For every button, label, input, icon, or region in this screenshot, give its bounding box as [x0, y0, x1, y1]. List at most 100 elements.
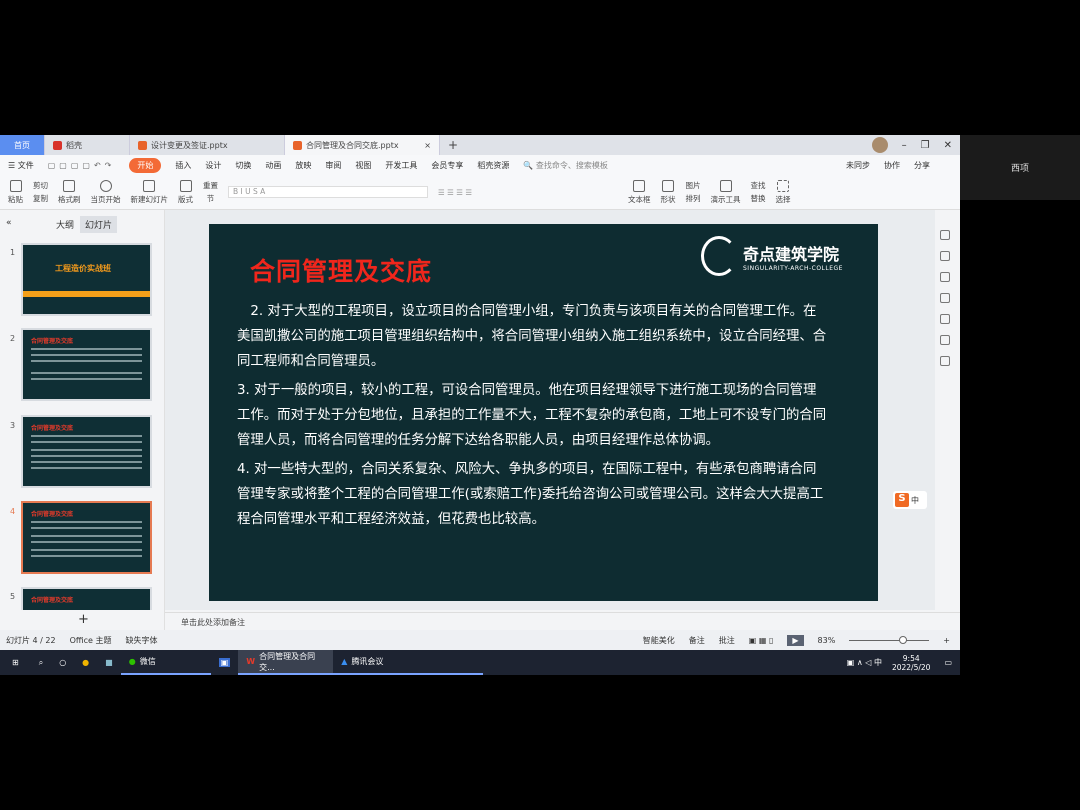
menu-transition[interactable]: 切换	[235, 160, 251, 171]
clock[interactable]: 9:54 2022/5/20	[892, 654, 944, 672]
task-wechat[interactable]: ● 微信	[120, 650, 211, 675]
select-button[interactable]: 选择	[776, 179, 791, 205]
menu-design[interactable]: 设计	[205, 160, 221, 171]
ppt-icon	[138, 140, 147, 150]
cut-button[interactable]: 剪切 复制	[33, 180, 48, 204]
theme-name: Office 主题	[69, 635, 112, 645]
slide-panel: « 大纲 幻灯片 1 工程造价实战班 2 合同管理及交底 3 合同管理及交底 4…	[0, 210, 165, 630]
new-slide-button[interactable]: 新建幻灯片	[131, 179, 168, 205]
tray-icons[interactable]: ▣ ∧ ◁ 中	[847, 657, 892, 668]
close-window-icon[interactable]: ✕	[944, 140, 952, 151]
paste-button[interactable]: 粘贴	[8, 179, 23, 205]
menu-insert[interactable]: 插入	[175, 160, 191, 171]
paragraph-tools[interactable]: ☰ ☰ ☰ ☰	[438, 188, 618, 197]
task-app[interactable]: ▣	[211, 650, 239, 675]
layout-button[interactable]: 版式	[178, 179, 193, 205]
slide-thumbnail-3[interactable]: 合同管理及交底	[21, 415, 152, 488]
presentation-tools-button[interactable]: 演示工具	[711, 179, 741, 205]
slide[interactable]: 合同管理及交底 奇点建筑学院 SINGULARITY-ARCH-COLLEGE 2…	[209, 224, 878, 601]
logo-subtitle: SINGULARITY-ARCH-COLLEGE	[743, 264, 843, 272]
sogou-icon: S	[895, 493, 909, 507]
font-select[interactable]: B I U S A	[228, 186, 428, 198]
tool-icon[interactable]	[940, 230, 950, 240]
slide-thumbnail-5[interactable]: 合同管理及交底	[21, 587, 152, 610]
zoom-level[interactable]: 83%	[818, 636, 836, 645]
menu-member[interactable]: 会员专享	[431, 160, 463, 171]
docer-icon	[53, 140, 62, 150]
tool-icon[interactable]	[940, 335, 950, 345]
notification-icon[interactable]: ▭	[944, 658, 960, 667]
share-button[interactable]: 分享	[914, 160, 960, 171]
avatar[interactable]	[871, 137, 888, 153]
find-button[interactable]: 查找 替换	[751, 180, 766, 204]
quick-access-icons[interactable]: ▢▢▢▢↶↷	[48, 161, 116, 170]
shape-button[interactable]: 形状	[661, 179, 676, 205]
collapse-icon[interactable]: «	[6, 218, 12, 228]
sync-button[interactable]: 未同步	[846, 160, 870, 171]
menu-view[interactable]: 视图	[355, 160, 371, 171]
app-icon[interactable]: ■	[97, 658, 121, 667]
tab-label: 设计变更及签证.pptx	[151, 140, 228, 150]
slide-number: 3	[10, 421, 16, 430]
menu-bar: ☰ 文件 ▢▢▢▢↶↷ 开始 插入 设计 切换 动画 放映 审阅 视图 开发工具…	[0, 155, 960, 175]
close-icon[interactable]: ×	[424, 141, 431, 150]
notes-area[interactable]: 单击此处添加备注	[165, 612, 960, 630]
picture-button[interactable]: 图片 排列	[686, 180, 701, 204]
menu-file[interactable]: ☰ 文件	[8, 160, 34, 171]
collab-button[interactable]: 协作	[884, 160, 900, 171]
add-slide-button[interactable]: +	[78, 612, 89, 627]
tool-icon[interactable]	[940, 251, 950, 261]
menu-animation[interactable]: 动画	[265, 160, 281, 171]
view-normal-icon[interactable]: ▣ ▦ ▯	[749, 636, 774, 645]
slide-thumbnail-4[interactable]: 合同管理及交底	[21, 501, 152, 574]
minimize-icon[interactable]: –	[902, 140, 907, 151]
tool-icon[interactable]	[940, 272, 950, 282]
ribbon-toolbar: 粘贴 剪切 复制 格式刷 当页开始 新建幻灯片 版式 重置节 B I U S A …	[0, 175, 960, 210]
task-meeting[interactable]: ▲ 腾讯会议	[333, 650, 484, 675]
tool-icon[interactable]	[940, 293, 950, 303]
status-bar: 幻灯片 4 / 22 Office 主题 缺失字体 智能美化 备注 批注 ▣ ▦…	[0, 630, 960, 650]
menu-home[interactable]: 开始	[129, 157, 162, 173]
menu-slideshow[interactable]: 放映	[295, 160, 311, 171]
slide-thumbnail-1[interactable]: 工程造价实战班	[21, 243, 152, 316]
beautify-button[interactable]: 智能美化	[643, 635, 675, 646]
menu-devtools[interactable]: 开发工具	[385, 160, 417, 171]
tool-icon[interactable]	[940, 356, 950, 366]
ppt-icon	[293, 140, 302, 150]
tab-home[interactable]: 首页	[0, 135, 45, 155]
search-input[interactable]: 🔍 查找命令、搜索模板	[523, 160, 608, 171]
tab-bar: 首页 稻壳 设计变更及签证.pptx 合同管理及合同交底.pptx × + – ❐ ✕	[0, 135, 960, 155]
reset-button[interactable]: 重置节	[203, 180, 218, 204]
cortana-icon[interactable]: ○	[51, 658, 74, 667]
side-label: 西项	[960, 135, 1080, 200]
new-tab-button[interactable]: +	[440, 135, 466, 155]
zoom-slider[interactable]	[849, 635, 930, 644]
zoom-in-icon[interactable]: +	[943, 636, 960, 645]
tab-outline[interactable]: 大纲	[56, 218, 74, 231]
logo-name: 奇点建筑学院	[743, 244, 840, 264]
textbox-button[interactable]: 文本框	[628, 179, 651, 205]
format-painter-button[interactable]: 格式刷	[58, 179, 81, 205]
ime-indicator[interactable]: S中	[893, 491, 927, 509]
windows-taskbar: ⊞ ⌕ ○ ● ■ ● 微信 ▣ W 合同管理及合同交... ▲ 腾讯会议 ▣ ∧ ◁…	[0, 650, 960, 675]
tab-docer[interactable]: 稻壳	[45, 135, 130, 155]
windows-start-icon[interactable]: ⊞	[0, 658, 31, 667]
menu-docer[interactable]: 稻壳资源	[477, 160, 509, 171]
paragraph: 3. 对于一般的项目，较小的工程，可设合同管理员。他在项目经理领导下进行施工现场…	[237, 383, 827, 448]
tab-design-change[interactable]: 设计变更及签证.pptx	[130, 135, 285, 155]
task-wps[interactable]: W 合同管理及合同交...	[238, 650, 334, 675]
menu-review[interactable]: 审阅	[325, 160, 341, 171]
tab-contract[interactable]: 合同管理及合同交底.pptx ×	[285, 135, 440, 155]
missing-font-button[interactable]: 缺失字体	[126, 635, 158, 646]
tool-icon[interactable]	[940, 314, 950, 324]
tab-slides[interactable]: 幻灯片	[80, 216, 118, 233]
chrome-icon[interactable]: ●	[74, 658, 97, 667]
play-icon[interactable]: ▶	[787, 634, 804, 646]
play-from-current-button[interactable]: 当页开始	[91, 179, 121, 205]
slide-thumbnail-2[interactable]: 合同管理及交底	[21, 328, 152, 401]
tab-label: 稻壳	[66, 140, 82, 150]
maximize-icon[interactable]: ❐	[921, 140, 930, 151]
search-icon[interactable]: ⌕	[31, 658, 51, 668]
notes-toggle[interactable]: 备注	[689, 635, 705, 646]
comment-toggle[interactable]: 批注	[719, 635, 735, 646]
